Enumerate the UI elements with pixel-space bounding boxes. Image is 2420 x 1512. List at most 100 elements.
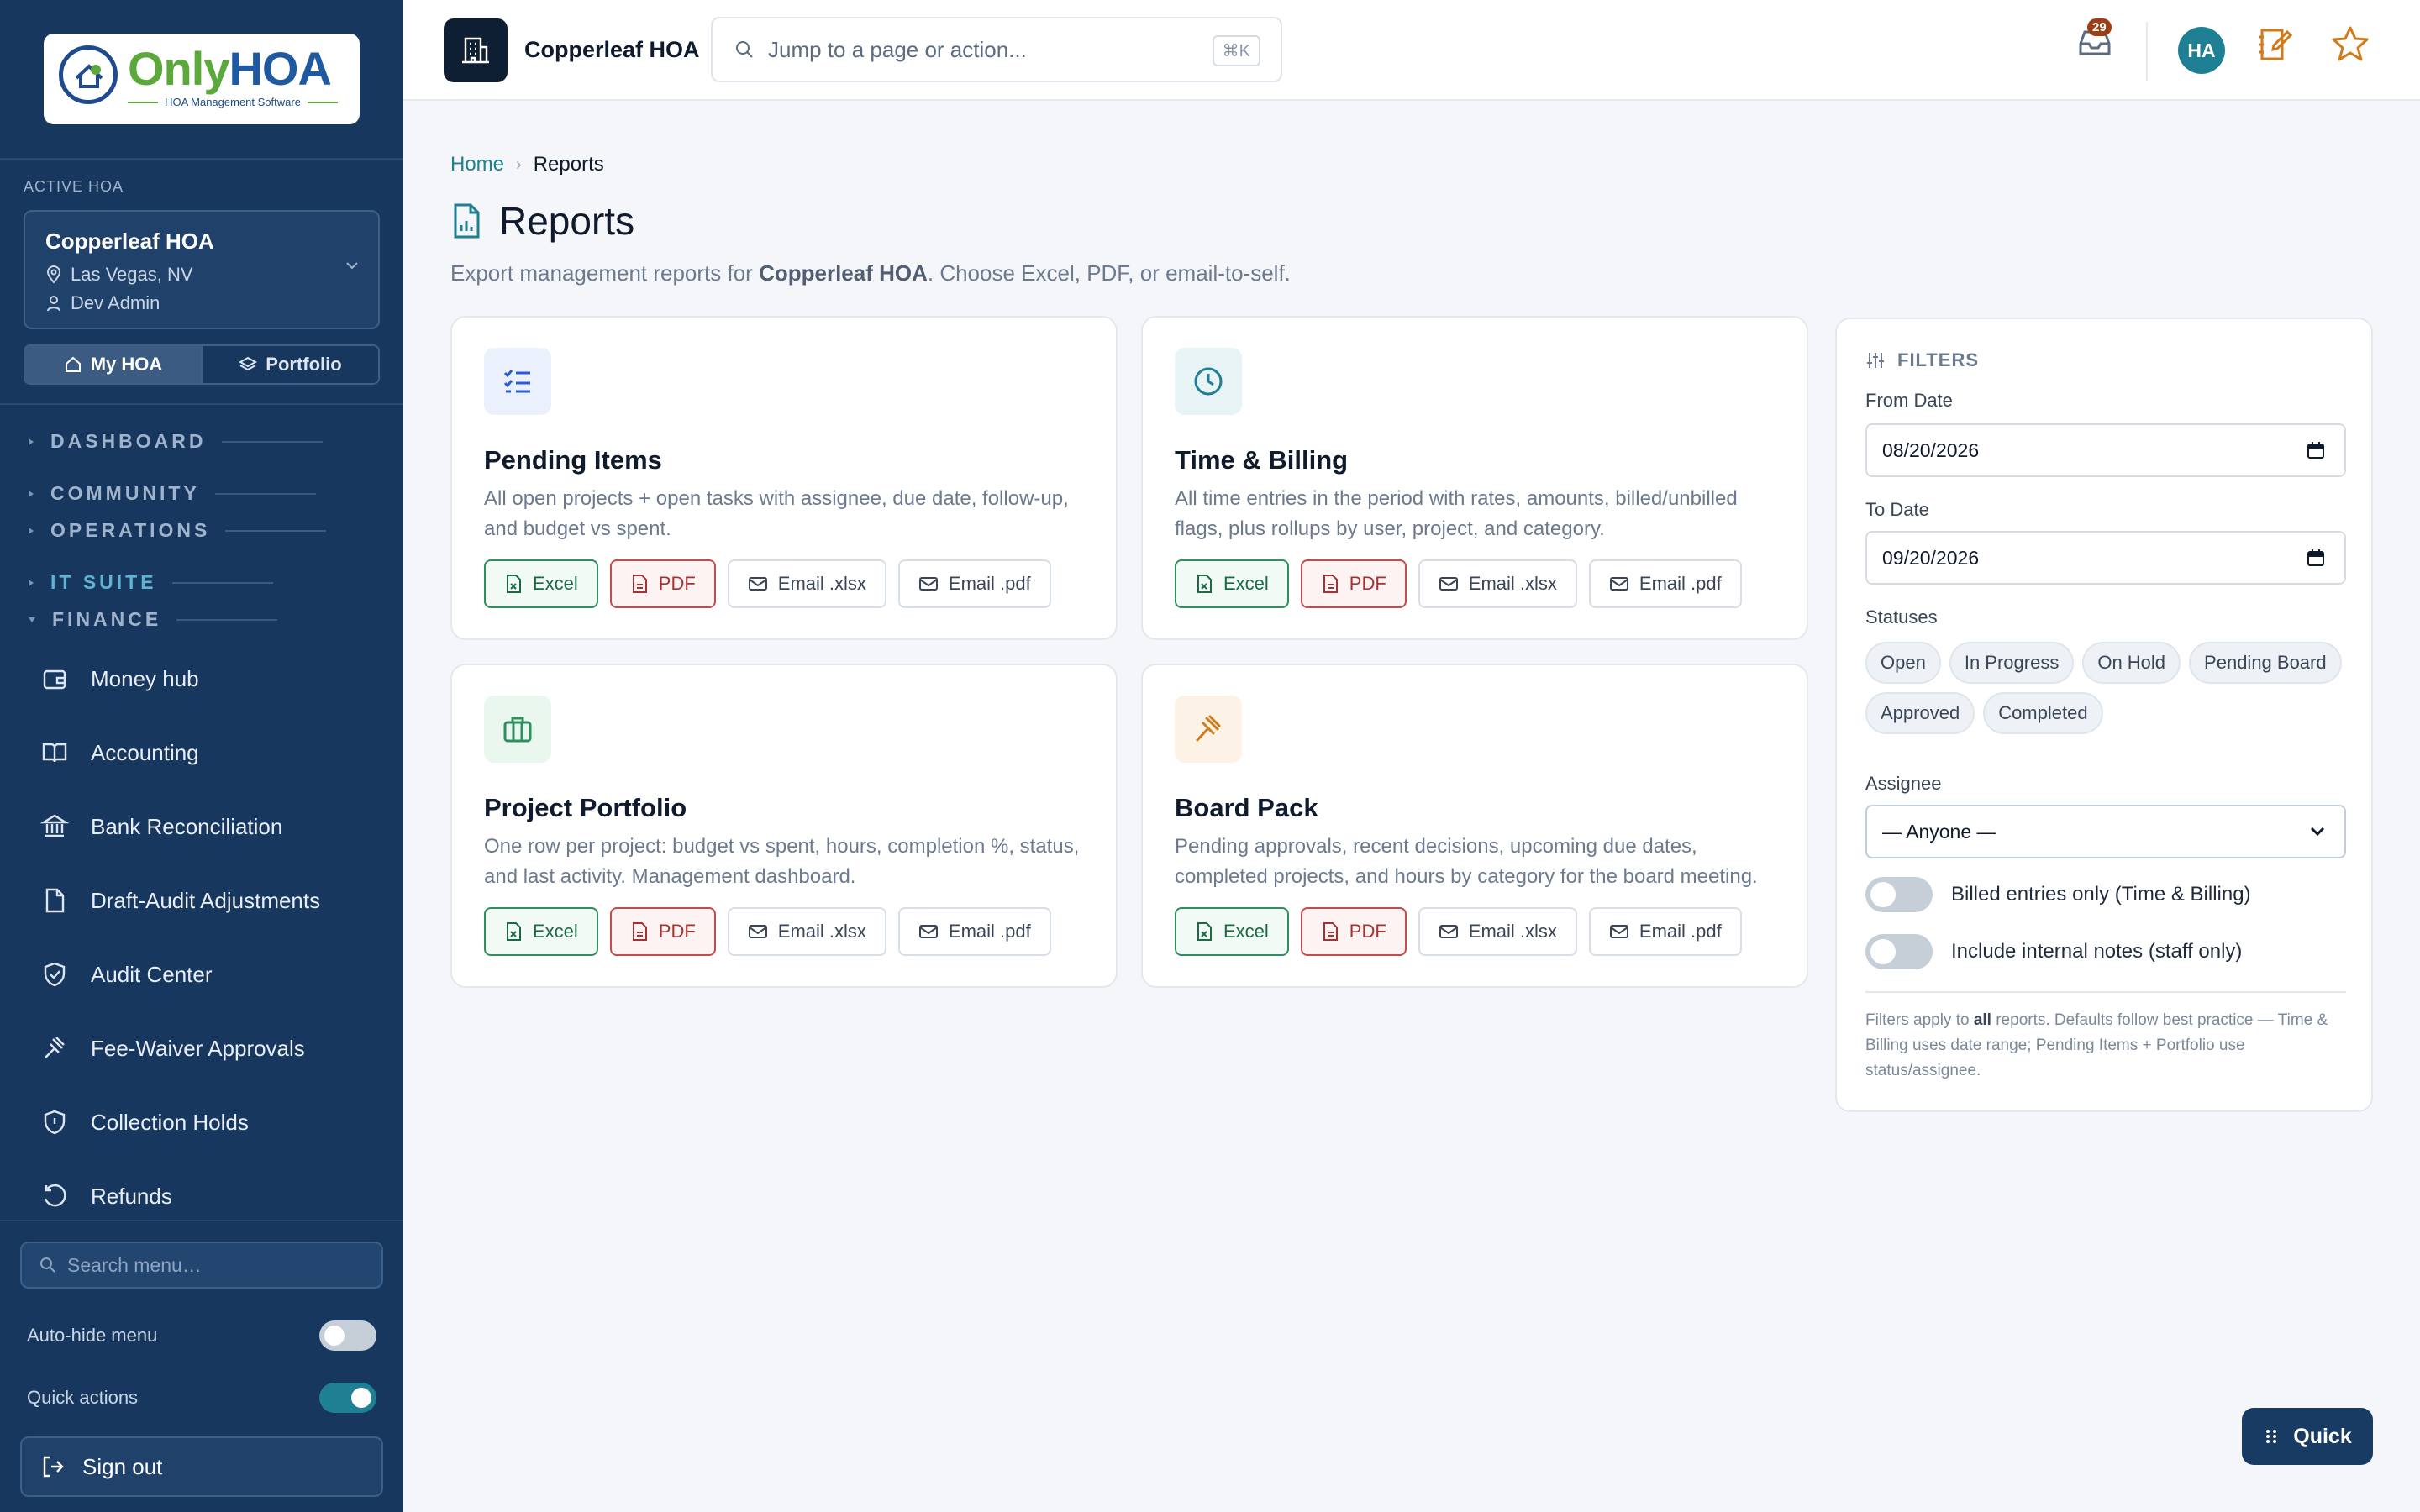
filters-heading: FILTERS bbox=[1865, 349, 1979, 371]
refund-icon bbox=[44, 1184, 66, 1207]
email-pdf-button[interactable]: Email .pdf bbox=[1588, 559, 1742, 608]
email-xlsx-button[interactable]: Email .xlsx bbox=[1418, 559, 1577, 608]
breadcrumb-separator: › bbox=[516, 155, 522, 174]
breadcrumb: Home › Reports bbox=[450, 153, 604, 176]
pdf-button[interactable]: PDF bbox=[1300, 559, 1407, 608]
hoa-name: Copperleaf HOA bbox=[45, 228, 214, 254]
sidebar-search-input[interactable]: Search menu… bbox=[20, 1242, 383, 1289]
star-icon bbox=[2332, 26, 2369, 61]
logo-emblem-icon bbox=[59, 45, 118, 104]
from-date-label: From Date bbox=[1865, 390, 1953, 411]
report-description: One row per project: budget vs spent, ho… bbox=[484, 835, 1080, 888]
email-xlsx-button[interactable]: Email .xlsx bbox=[1418, 907, 1577, 956]
sidebar-item-accounting[interactable]: Accounting bbox=[40, 736, 199, 769]
excel-button[interactable]: Excel bbox=[484, 907, 598, 956]
gavel-icon bbox=[45, 1037, 65, 1058]
section-community[interactable]: COMMUNITY bbox=[29, 482, 316, 505]
pdf-button[interactable]: PDF bbox=[609, 559, 716, 608]
statuses-label: Statuses bbox=[1865, 606, 1938, 627]
sidebar-item-collection-holds[interactable]: Collection Holds bbox=[40, 1105, 249, 1139]
brand-logo[interactable]: OnlyHOA HOA Management Software bbox=[44, 34, 360, 124]
hoa-location: Las Vegas, NV bbox=[45, 264, 193, 286]
hoa-scope-toggle: My HOA Portfolio bbox=[24, 344, 380, 385]
active-hoa-label: ACTIVE HOA bbox=[24, 178, 124, 195]
excel-file-icon bbox=[507, 575, 521, 593]
report-title: Project Portfolio bbox=[484, 793, 687, 822]
sidebar-item-fee-waiver-approvals[interactable]: Fee-Waiver Approvals bbox=[40, 1032, 305, 1065]
report-actions: Excel PDF Email .xlsx Email .pdf bbox=[1175, 559, 1742, 608]
auto-hide-toggle[interactable] bbox=[319, 1320, 376, 1351]
status-chip-completed[interactable]: Completed bbox=[1983, 692, 2103, 734]
assignee-label: Assignee bbox=[1865, 773, 1942, 794]
email-xlsx-button[interactable]: Email .xlsx bbox=[727, 559, 886, 608]
status-chip-pending-board[interactable]: Pending Board bbox=[2189, 642, 2342, 684]
sidebar-item-draft-audit-adjustments[interactable]: Draft-Audit Adjustments bbox=[40, 884, 320, 917]
internal-notes-row: Include internal notes (staff only) bbox=[1865, 934, 2242, 969]
logo-tagline: HOA Management Software bbox=[128, 96, 339, 108]
sign-out-button[interactable]: Sign out bbox=[20, 1436, 383, 1497]
assignee-select[interactable]: — Anyone — bbox=[1865, 805, 2346, 858]
status-chip-approved[interactable]: Approved bbox=[1865, 692, 1975, 734]
pdf-button[interactable]: PDF bbox=[609, 907, 716, 956]
calendar-icon bbox=[2307, 549, 2324, 566]
active-hoa-selector[interactable]: Copperleaf HOA Las Vegas, NV Dev Admin bbox=[24, 210, 380, 329]
notifications-button[interactable]: 29 bbox=[2075, 18, 2114, 62]
report-file-icon bbox=[454, 203, 480, 239]
quick-actions-button[interactable]: Quick bbox=[2242, 1408, 2373, 1465]
internal-notes-toggle[interactable] bbox=[1865, 934, 1933, 969]
email-pdf-button[interactable]: Email .pdf bbox=[897, 907, 1051, 956]
pdf-button[interactable]: PDF bbox=[1300, 907, 1407, 956]
chevron-down-icon bbox=[2310, 827, 2325, 837]
quick-actions-row: Quick actions bbox=[27, 1383, 376, 1413]
avatar[interactable]: HA bbox=[2178, 27, 2225, 74]
billed-only-toggle[interactable] bbox=[1865, 877, 1933, 912]
search-icon bbox=[736, 41, 753, 58]
mail-icon bbox=[1609, 925, 1628, 938]
status-chip-in-progress[interactable]: In Progress bbox=[1949, 642, 2075, 684]
command-search-input[interactable]: Jump to a page or action... ⌘K bbox=[711, 17, 1282, 82]
notes-button[interactable] bbox=[2254, 24, 2296, 66]
mail-icon bbox=[748, 577, 767, 591]
pdf-file-icon bbox=[632, 922, 647, 941]
favorites-button[interactable] bbox=[2329, 24, 2371, 66]
mail-icon bbox=[748, 925, 767, 938]
mail-icon bbox=[1439, 925, 1458, 938]
section-operations[interactable]: OPERATIONS bbox=[29, 519, 327, 542]
mail-icon bbox=[918, 925, 938, 938]
status-chip-open[interactable]: Open bbox=[1865, 642, 1941, 684]
section-dashboard[interactable]: DASHBOARD bbox=[29, 430, 323, 453]
email-pdf-button[interactable]: Email .pdf bbox=[897, 559, 1051, 608]
tab-portfolio[interactable]: Portfolio bbox=[201, 346, 378, 383]
grid-dots-icon bbox=[2266, 1430, 2277, 1443]
divider bbox=[0, 158, 403, 160]
chevron-down-icon bbox=[346, 262, 358, 270]
page-title: Reports bbox=[450, 198, 634, 244]
briefcase-icon bbox=[484, 696, 551, 763]
from-date-input[interactable]: 08/20/2026 bbox=[1865, 423, 2346, 477]
report-actions: Excel PDF Email .xlsx Email .pdf bbox=[484, 907, 1051, 956]
sidebar-item-money-hub[interactable]: Money hub bbox=[40, 662, 199, 696]
sidebar-item-bank-reconciliation[interactable]: Bank Reconciliation bbox=[40, 810, 282, 843]
quick-actions-toggle[interactable] bbox=[319, 1383, 376, 1413]
billed-only-label: Billed entries only (Time & Billing) bbox=[1951, 883, 2251, 906]
sidebar-item-audit-center[interactable]: Audit Center bbox=[40, 958, 213, 991]
to-date-input[interactable]: 09/20/2026 bbox=[1865, 531, 2346, 585]
tab-my-hoa[interactable]: My HOA bbox=[25, 346, 201, 383]
gavel-icon bbox=[1175, 696, 1242, 763]
status-chip-on-hold[interactable]: On Hold bbox=[2082, 642, 2181, 684]
building-icon[interactable] bbox=[444, 18, 508, 82]
sidebar-item-refunds[interactable]: Refunds bbox=[40, 1179, 172, 1213]
excel-file-icon bbox=[1197, 922, 1212, 941]
divider bbox=[2146, 22, 2148, 81]
excel-button[interactable]: Excel bbox=[484, 559, 598, 608]
section-finance[interactable]: FINANCE bbox=[29, 608, 278, 631]
breadcrumb-home[interactable]: Home bbox=[450, 153, 504, 176]
sidebar: OnlyHOA HOA Management Software ACTIVE H… bbox=[0, 0, 403, 1512]
excel-button[interactable]: Excel bbox=[1175, 559, 1289, 608]
section-it-suite[interactable]: IT SUITE bbox=[29, 571, 273, 594]
excel-button[interactable]: Excel bbox=[1175, 907, 1289, 956]
email-xlsx-button[interactable]: Email .xlsx bbox=[727, 907, 886, 956]
email-pdf-button[interactable]: Email .pdf bbox=[1588, 907, 1742, 956]
report-description: Pending approvals, recent decisions, upc… bbox=[1175, 835, 1758, 888]
book-icon bbox=[42, 743, 67, 763]
